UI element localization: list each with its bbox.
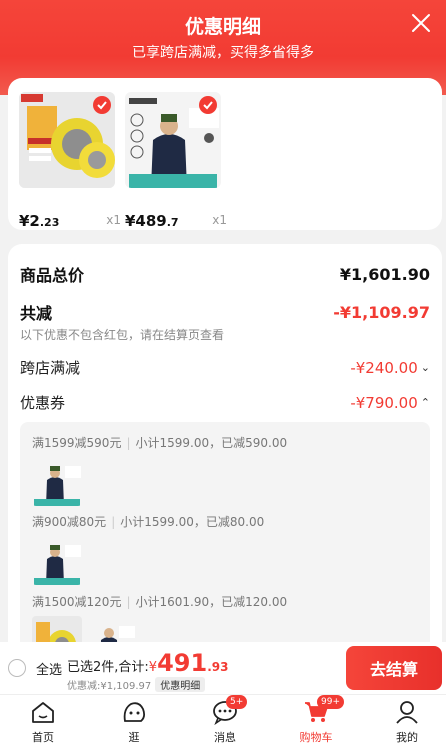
cart-badge: 99+ [317, 695, 344, 709]
total-reduce-row: 共减 -¥1,109.97 [20, 300, 430, 324]
selected-count: 已选2件,合计: [67, 660, 149, 675]
cross-store-label: 跨店满减 [20, 359, 81, 377]
coupon-row[interactable]: 优惠券 -¥790.00 ⌃ [20, 392, 430, 413]
product-list-card: ¥2.23 x1 ¥489.7 x1 [8, 78, 442, 230]
product-price: ¥2.23 [19, 212, 60, 230]
red-packet-note: 以下优惠不包含红包，请在结算页查看 [20, 328, 225, 342]
product-item[interactable]: ¥2.23 x1 [19, 92, 121, 230]
coupon-product-thumb [32, 535, 82, 585]
coupon-label: 优惠券 [20, 394, 66, 412]
discount-summary: 优惠减:¥1,109.97 优惠明细 [67, 677, 206, 692]
product-price: ¥489.7 [125, 212, 179, 230]
total-price-row: 商品总价 ¥1,601.90 [20, 262, 430, 286]
select-all-label[interactable]: 全选 [36, 659, 62, 678]
nav-item-profile[interactable]: 我的 [377, 699, 437, 745]
checked-icon [93, 96, 111, 114]
chevron-down-icon: ⌄ [420, 361, 430, 374]
message-icon: 5+ [212, 695, 248, 726]
select-all-checkbox[interactable] [8, 659, 26, 677]
close-icon [412, 14, 430, 32]
profile-icon [394, 699, 420, 725]
discount-detail-button[interactable]: 优惠明细 [155, 677, 206, 692]
nav-item-messages[interactable]: 5+ 消息 [195, 695, 255, 745]
coupon-line: 满900减80元 | 小计1599.00，已减80.00 [32, 515, 265, 529]
nav-item-browse[interactable]: 逛 [104, 699, 164, 745]
checkout-button[interactable]: 去结算 [346, 646, 442, 690]
product-image-jacket [125, 92, 221, 188]
coupon-product-thumb [32, 456, 82, 506]
cart-icon: 99+ [303, 695, 344, 725]
total-yen: ¥ [148, 660, 158, 675]
close-button[interactable] [410, 12, 432, 34]
checkout-summary: 已选2件,合计:¥491.93 [67, 649, 228, 677]
coupon-line: 满1500减120元 | 小计1601.90，已减120.00 [32, 595, 288, 609]
coupon-value: -¥790.00 [350, 393, 418, 412]
coupon-breakdown: 满1599减590元 | 小计1599.00，已减590.00 满900减80元 | 小… [20, 422, 430, 664]
total-price-value: ¥1,601.90 [339, 264, 430, 284]
message-badge: 5+ [226, 695, 248, 709]
cross-store-row[interactable]: 跨店满减 -¥240.00 ⌄ [20, 357, 430, 378]
home-icon [30, 699, 56, 725]
total-amount-decimal: .93 [207, 660, 229, 674]
cross-store-value: -¥240.00 [350, 358, 418, 377]
chevron-up-icon: ⌃ [420, 396, 430, 409]
total-price-label: 商品总价 [20, 266, 85, 285]
nav-item-home[interactable]: 首页 [13, 699, 73, 745]
product-quantity: x1 [106, 213, 121, 227]
nav-item-cart[interactable]: 99+ 购物车 [286, 695, 346, 745]
checked-icon [199, 96, 217, 114]
total-amount: 491 [157, 649, 208, 677]
total-reduce-label: 共减 [20, 304, 53, 323]
coupon-line: 满1599减590元 | 小计1599.00，已减590.00 [32, 436, 288, 450]
product-item[interactable]: ¥489.7 x1 [125, 92, 227, 230]
product-quantity: x1 [212, 213, 227, 227]
bottom-nav: 首页 逛 5+ 消息 99+ 购物车 我的 [0, 694, 446, 754]
total-reduce-value: -¥1,109.97 [333, 302, 430, 322]
checkout-bar: 全选 已选2件,合计:¥491.93 优惠减:¥1,109.97 优惠明细 去结算 [0, 642, 446, 694]
product-image-tape [19, 92, 115, 188]
face-icon [121, 699, 147, 725]
page-title: 优惠明细 [184, 16, 261, 38]
discount-details-card: 商品总价 ¥1,601.90 共减 -¥1,109.97 以下优惠不包含红包，请… [8, 244, 442, 664]
page-subtitle: 已享跨店满减，买得多省得多 [132, 45, 314, 61]
